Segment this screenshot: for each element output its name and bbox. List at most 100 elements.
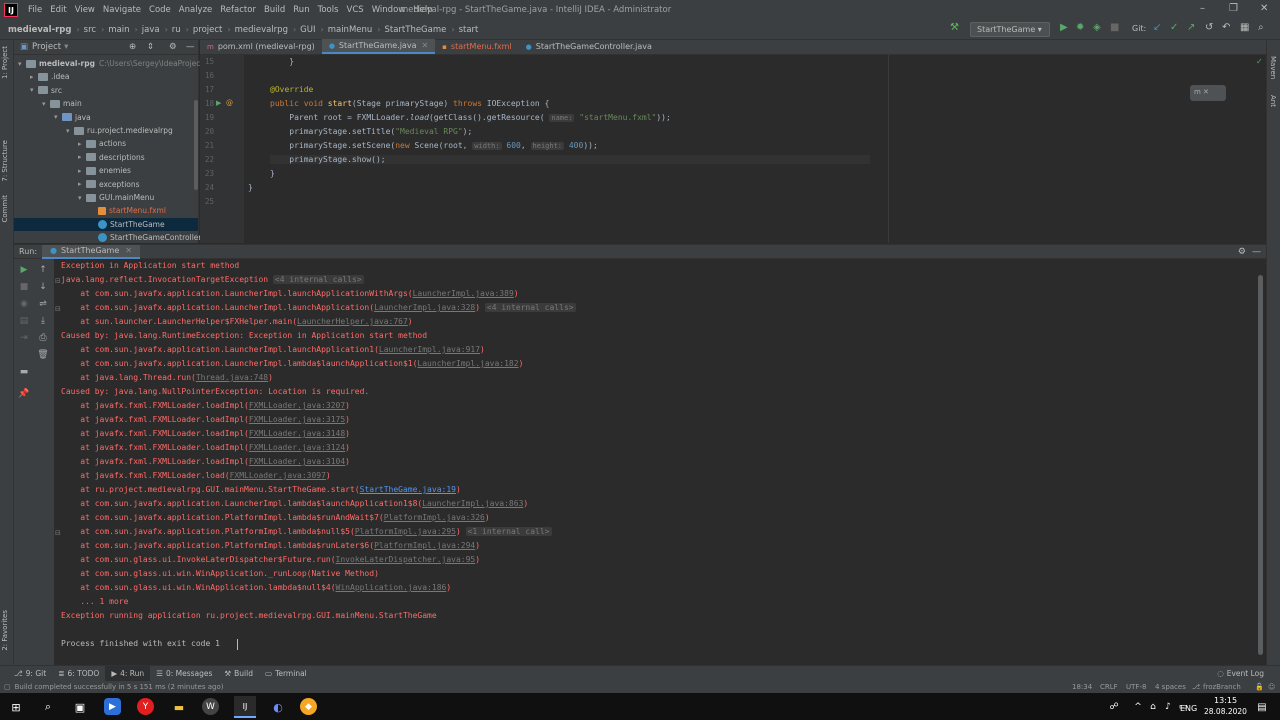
breadcrumb-item[interactable]: medievalrpg	[235, 25, 291, 35]
project-panel-title[interactable]: Project	[32, 42, 61, 52]
stacktrace-link[interactable]: PlatformImpl.java:294	[374, 541, 475, 550]
console-output[interactable]: Exception in Application start method jav…	[61, 259, 1261, 665]
messages-tool-button[interactable]: ☰ 0: Messages	[150, 666, 218, 682]
tree-item[interactable]: ▸ exceptions	[14, 178, 140, 191]
breadcrumb-item[interactable]: ru	[172, 25, 184, 35]
tree-item[interactable]: ▾ GUI.mainMenu	[14, 191, 154, 204]
internal-calls-fold[interactable]: <4 internal calls>	[272, 275, 364, 284]
people-icon[interactable]: ☍	[1104, 697, 1124, 717]
editor-tab[interactable]: ● StartTheGameController.java	[519, 39, 659, 54]
chevron-right-icon[interactable]: ▸	[78, 180, 86, 188]
rollback-icon[interactable]: ↶	[1222, 22, 1230, 33]
tree-item[interactable]: ▾ main	[14, 97, 82, 110]
zoom-app-icon[interactable]: ▶	[104, 698, 121, 715]
run-icon[interactable]: ▶	[1060, 22, 1068, 33]
fold-icon[interactable]: ⊟	[55, 277, 61, 285]
event-log-button[interactable]: ◌ Event Log	[1211, 666, 1270, 682]
chevron-right-icon[interactable]: ▸	[30, 73, 38, 81]
caret-position[interactable]: 18:34	[1072, 683, 1092, 691]
stacktrace-link[interactable]: LauncherImpl.java:389	[413, 289, 514, 298]
collapse-all-icon[interactable]: ⇕	[147, 42, 154, 52]
scroll-up-icon[interactable]: ↑	[35, 265, 51, 275]
git-history-icon[interactable]: ↺	[1205, 22, 1213, 33]
status-message[interactable]: Build completed successfully in 5 s 151 …	[15, 683, 224, 691]
fold-icon[interactable]: ⊟	[55, 529, 61, 537]
breadcrumb-item[interactable]: GUI	[300, 25, 318, 35]
close-window-icon[interactable]: ✕	[1260, 3, 1268, 14]
run-config-select[interactable]: StartTheGame ▾	[970, 22, 1050, 37]
minimize-icon[interactable]: –	[1200, 3, 1205, 14]
search-icon[interactable]: ⌕	[38, 697, 58, 717]
maven-reload-popup[interactable]: m ✕	[1190, 85, 1226, 101]
editor-tab[interactable]: ● StartTheGame.java ✕	[321, 39, 436, 54]
stacktrace-link[interactable]: WinApplication.java:186	[336, 583, 447, 592]
chevron-right-icon[interactable]: ▸	[78, 167, 86, 175]
pin-icon[interactable]: 📌	[16, 389, 32, 399]
menu-run[interactable]: Run	[289, 5, 313, 15]
layout-icon[interactable]: ▤	[16, 316, 32, 326]
stacktrace-link[interactable]: LauncherImpl.java:917	[379, 345, 480, 354]
breadcrumb-item[interactable]: start	[459, 25, 482, 35]
menu-view[interactable]: View	[71, 5, 99, 15]
search-icon[interactable]: ⌕	[1258, 22, 1264, 33]
fold-icon[interactable]: ⊟	[55, 305, 61, 313]
intellij-taskbar-icon[interactable]: IJ	[234, 696, 256, 718]
editor-tab[interactable]: m pom.xml (medieval-rpg)	[200, 39, 322, 54]
favorites-tool-button[interactable]: 2: Favorites	[1, 610, 9, 651]
run-tool-button[interactable]: ▶ 4: Run	[105, 665, 151, 682]
tree-item[interactable]: StartTheGame	[14, 217, 198, 231]
word-app-icon[interactable]: W	[202, 698, 219, 715]
stacktrace-link[interactable]: LauncherImpl.java:863	[422, 499, 523, 508]
layout-settings-icon[interactable]: ▬	[16, 367, 32, 377]
gear-icon[interactable]: ⚙	[169, 42, 177, 52]
app-icon[interactable]: ◆	[300, 698, 317, 715]
hide-panel-icon[interactable]: —	[1252, 247, 1261, 257]
menu-file[interactable]: File	[24, 5, 46, 15]
internal-calls-fold[interactable]: <1 internal call>	[465, 527, 552, 536]
breadcrumb-item[interactable]: src	[84, 25, 99, 35]
debug-icon[interactable]: ✹	[1076, 22, 1084, 33]
discord-icon[interactable]: ◐	[268, 697, 288, 717]
print-icon[interactable]: ⎙	[35, 333, 51, 343]
terminal-tool-button[interactable]: ▭ Terminal	[259, 666, 313, 682]
maximize-icon[interactable]: ❐	[1229, 3, 1238, 14]
git-branch[interactable]: frozBranch	[1203, 683, 1241, 691]
clock-date[interactable]: 28.08.2020	[1204, 707, 1247, 716]
file-encoding[interactable]: UTF-8	[1126, 683, 1146, 691]
stacktrace-link[interactable]: FXMLLoader.java:3148	[249, 429, 345, 438]
git-update-icon[interactable]: ↙	[1153, 22, 1161, 33]
stacktrace-link[interactable]: FXMLLoader.java:3097	[230, 471, 326, 480]
tree-item[interactable]: ▾ medieval-rpg C:\Users\Sergey\IdeaProject…	[14, 57, 207, 70]
breadcrumb-item[interactable]: project	[193, 25, 226, 35]
menu-navigate[interactable]: Navigate	[99, 5, 145, 15]
todo-tool-button[interactable]: ≣ 6: TODO	[52, 666, 105, 682]
menu-build[interactable]: Build	[260, 5, 289, 15]
file-explorer-icon[interactable]: ▬	[169, 697, 189, 717]
menu-refactor[interactable]: Refactor	[216, 5, 260, 15]
stacktrace-link[interactable]: LauncherHelper.java:767	[297, 317, 408, 326]
project-structure-icon[interactable]: ▦	[1240, 22, 1249, 33]
clock-time[interactable]: 13:15	[1214, 696, 1237, 705]
close-tab-icon[interactable]: ✕	[421, 41, 428, 50]
task-view-icon[interactable]: ▣	[70, 697, 90, 717]
tree-item[interactable]: ▾ ru.project.medievalrpg	[14, 124, 173, 137]
language-indicator[interactable]: ENG	[1180, 704, 1197, 713]
chevron-right-icon[interactable]: ▸	[78, 153, 86, 161]
run-tab[interactable]: ● StartTheGame ✕	[42, 244, 140, 259]
camera-icon[interactable]: ◉	[16, 299, 32, 309]
stacktrace-link[interactable]: PlatformImpl.java:295	[355, 527, 456, 536]
trash-icon[interactable]: 🗑	[35, 350, 51, 360]
stop-icon[interactable]: ■	[1110, 22, 1119, 33]
windows-start-icon[interactable]: ⊞	[6, 697, 26, 717]
tree-item[interactable]: startMenu.fxml	[14, 204, 166, 217]
project-scrollbar[interactable]	[194, 100, 198, 190]
breadcrumb-item[interactable]: mainMenu	[328, 25, 376, 35]
stacktrace-link[interactable]: LauncherImpl.java:328	[374, 303, 475, 312]
chevron-down-icon[interactable]: ▾	[42, 100, 50, 108]
chevron-down-icon[interactable]: ▾	[18, 60, 26, 68]
scroll-down-icon[interactable]: ↓	[35, 282, 51, 292]
yandex-browser-icon[interactable]: Y	[137, 698, 154, 715]
scroll-to-end-icon[interactable]: ⤓	[35, 316, 51, 326]
tree-item[interactable]: ▸ .idea	[14, 70, 69, 83]
tree-item[interactable]: ▾ src	[14, 84, 62, 97]
